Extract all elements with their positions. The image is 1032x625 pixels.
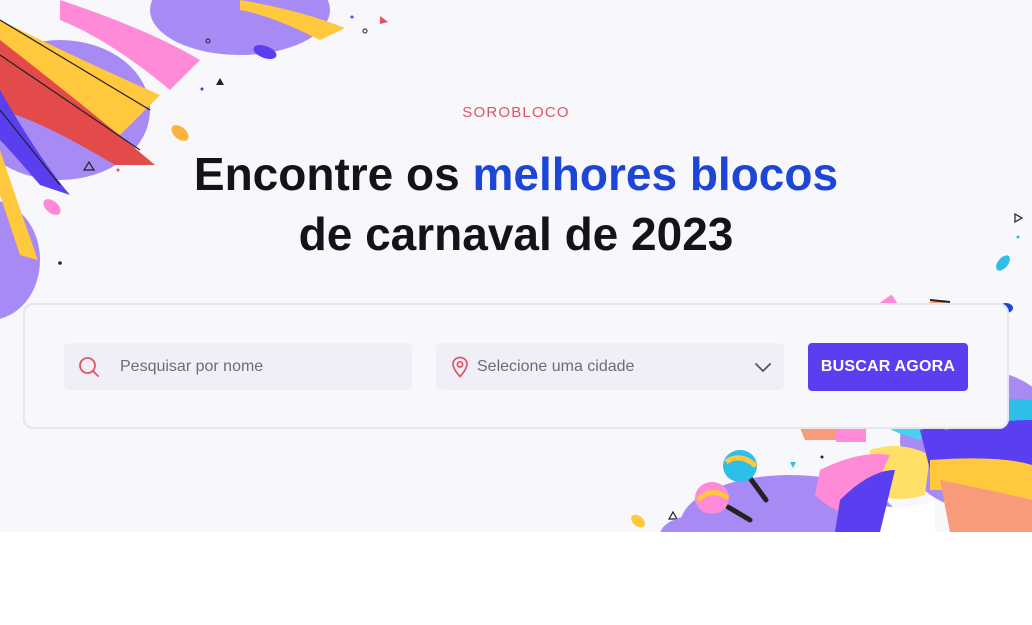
- map-pin-icon: [451, 356, 469, 378]
- chevron-down-icon[interactable]: [754, 361, 772, 373]
- city-select[interactable]: Selecione uma cidade: [436, 343, 784, 390]
- headline-highlight: melhores blocos: [472, 148, 839, 200]
- search-field: [64, 343, 412, 390]
- brand-eyebrow: SOROBLOCO: [462, 104, 570, 121]
- carnival-decoration: [0, 0, 1032, 532]
- page-title: Encontre os melhores blocos de carnaval …: [0, 144, 1032, 264]
- search-button[interactable]: BUSCAR AGORA: [808, 343, 968, 391]
- maracas-illustration: [695, 450, 769, 523]
- city-select-value: Selecione uma cidade: [477, 357, 635, 375]
- search-input[interactable]: [118, 356, 382, 377]
- confetti-shapes: [58, 15, 1024, 520]
- search-icon: [78, 356, 100, 378]
- headline-part-2: de carnaval de 2023: [298, 208, 734, 260]
- headline-part-1: Encontre os: [193, 148, 473, 200]
- hero-section: SOROBLOCO Encontre os melhores blocos de…: [0, 0, 1032, 532]
